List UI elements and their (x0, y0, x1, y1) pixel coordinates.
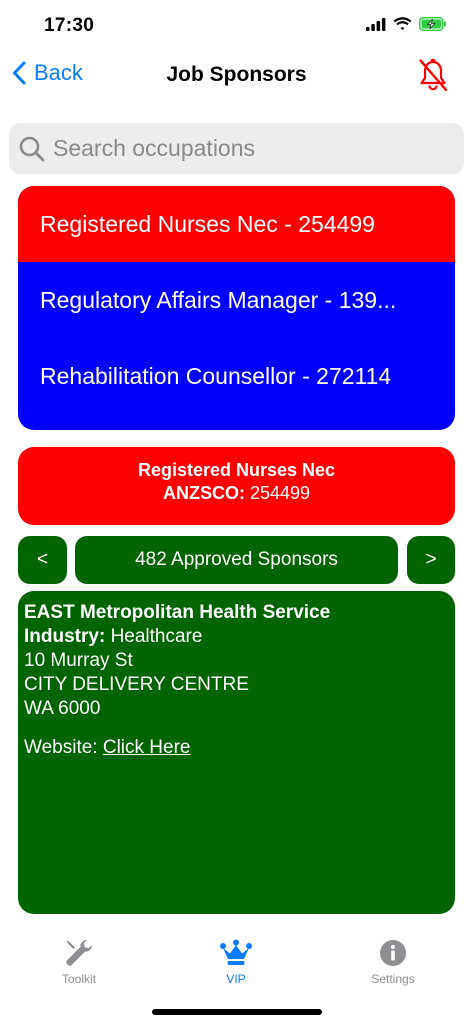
tab-vip[interactable]: VIP (191, 938, 281, 986)
info-icon (380, 940, 406, 966)
industry-value: Healthcare (110, 626, 203, 647)
search-icon (19, 136, 45, 161)
occupation-name: Registered Nurses Nec (137, 460, 336, 480)
battery-charging-icon (419, 17, 446, 31)
tab-label: Settings (371, 972, 415, 986)
crown-icon (220, 939, 252, 965)
sponsor-details-card: EAST Metropolitan Health Service Industr… (18, 591, 455, 914)
list-item-label: Rehabilitation Counsellor - 272114 (40, 362, 392, 389)
tab-label: VIP (226, 972, 246, 986)
home-indicator (152, 1009, 322, 1015)
anzsco-code: 254499 (249, 483, 311, 503)
search-input[interactable] (53, 135, 453, 162)
list-item-label: Registered Nurses Nec - 254499 (40, 210, 375, 237)
page-title: Job Sponsors (166, 63, 307, 86)
address-line-1: 10 Murray St (24, 650, 133, 671)
status-time: 17:30 (44, 15, 95, 36)
bell-slash-icon (419, 58, 448, 92)
website-label: Website: (24, 737, 98, 758)
sponsor-website: Website: Click Here (24, 736, 449, 760)
wrench-icon (66, 940, 92, 966)
list-item[interactable]: Rehabilitation Counsellor - 272114 (18, 338, 455, 414)
website-link[interactable]: Click Here (103, 737, 191, 758)
tab-toolkit[interactable]: Toolkit (34, 938, 124, 986)
address-line-3: WA 6000 (24, 698, 101, 719)
notifications-off-button[interactable] (417, 58, 449, 97)
sponsor-industry: Industry: Healthcare (24, 625, 449, 649)
previous-sponsor-button[interactable]: < (18, 536, 67, 584)
cellular-signal-icon (366, 17, 386, 31)
list-item-label: Regulatory Affairs Manager - 139... (40, 286, 397, 313)
navigation-bar: Back Job Sponsors (0, 54, 473, 98)
selected-occupation-card: Registered Nurses Nec ANZSCO: 254499 (18, 447, 455, 525)
list-item[interactable]: Regulatory Affairs Manager - 139... (18, 262, 455, 338)
next-sponsor-button[interactable]: > (407, 536, 455, 584)
tab-settings[interactable]: Settings (348, 938, 438, 986)
industry-label: Industry: (24, 626, 106, 647)
tab-label: Toolkit (61, 972, 96, 986)
approved-sponsors-count: 482 Approved Sponsors (75, 536, 398, 584)
status-bar: 17:30 (0, 0, 473, 54)
wifi-icon (393, 17, 412, 30)
address-line-2: CITY DELIVERY CENTRE (24, 674, 249, 695)
status-icons (366, 17, 447, 31)
list-item-selected[interactable]: Registered Nurses Nec - 254499 (18, 186, 455, 262)
sponsor-name: EAST Metropolitan Health Service (24, 602, 331, 623)
tab-bar: Toolkit VIP Settings (0, 930, 473, 990)
search-bar[interactable] (9, 123, 464, 174)
occupation-results-list: Registered Nurses Nec - 254499 Regulator… (18, 186, 455, 430)
anzsco-label: ANZSCO: (162, 483, 245, 503)
